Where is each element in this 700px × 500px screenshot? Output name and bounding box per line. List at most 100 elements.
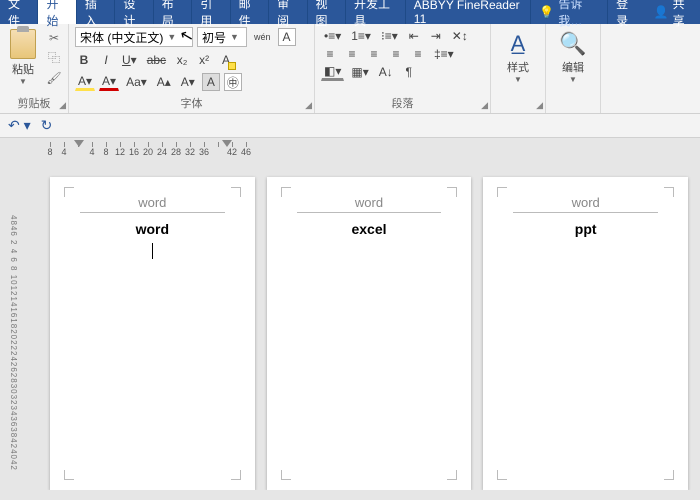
change-case-button[interactable]: Aa▾ bbox=[123, 73, 150, 91]
group-clipboard-label: 剪贴板 bbox=[0, 93, 68, 111]
align-right-button[interactable]: ≡ bbox=[365, 45, 383, 63]
paste-label: 粘贴 bbox=[12, 61, 34, 77]
multilevel-button[interactable]: ⁝≡▾ bbox=[378, 27, 401, 45]
share-label: 共享 bbox=[673, 0, 692, 29]
enclose-char-button[interactable]: ㊥ bbox=[224, 73, 242, 91]
tab-layout[interactable]: 布局 bbox=[154, 0, 192, 24]
ribbon: 粘贴 ▼ ✂ ⿻ 🖌 剪贴板 ◢ 宋体 (中文正文)▼ 初号▼ wén A B … bbox=[0, 24, 700, 114]
undo-button[interactable]: ↶ ▾ bbox=[8, 117, 31, 134]
font-family-value: 宋体 (中文正文) bbox=[80, 29, 163, 46]
ruler-tick: 36 bbox=[199, 147, 209, 157]
text-effects-button[interactable]: A bbox=[217, 51, 235, 69]
styles-button[interactable]: A̲ 样式 ▼ bbox=[497, 31, 539, 84]
underline-button[interactable]: U ▾ bbox=[119, 51, 140, 69]
format-painter-icon[interactable]: 🖌 bbox=[46, 71, 62, 85]
ruler-tick: 32 bbox=[185, 147, 195, 157]
ruler-tick: 8 bbox=[47, 147, 52, 157]
line-spacing-button[interactable]: ‡≡▾ bbox=[431, 45, 457, 63]
char-shading-button[interactable]: A bbox=[202, 73, 220, 91]
align-left-button[interactable]: ≡ bbox=[321, 45, 339, 63]
borders-button[interactable]: ▦▾ bbox=[348, 63, 371, 81]
grow-font-button[interactable]: A▴ bbox=[154, 73, 174, 91]
show-marks-button[interactable]: ¶ bbox=[400, 63, 418, 81]
ruler-tick: 8 bbox=[103, 147, 108, 157]
increase-indent-button[interactable]: ⇥ bbox=[427, 27, 445, 45]
shrink-font-button[interactable]: A▾ bbox=[178, 73, 198, 91]
document-page[interactable]: word excel bbox=[267, 177, 472, 490]
font-size-value: 初号 bbox=[202, 29, 226, 46]
find-icon: 🔍 bbox=[559, 31, 586, 57]
font-size-combo[interactable]: 初号▼ bbox=[197, 27, 247, 47]
group-font-label: 字体 bbox=[75, 93, 308, 111]
bold-button[interactable]: B bbox=[75, 51, 93, 69]
tab-dev[interactable]: 开发工具 bbox=[346, 0, 406, 24]
ruler-tick: 16 bbox=[129, 147, 139, 157]
distribute-button[interactable]: ≡ bbox=[409, 45, 427, 63]
ruler-tick: 20 bbox=[143, 147, 153, 157]
ruler-tick: 4 bbox=[61, 147, 66, 157]
font-launcher-icon[interactable]: ◢ bbox=[305, 100, 312, 111]
document-page[interactable]: word word bbox=[50, 177, 255, 490]
styles-launcher-icon[interactable]: ◢ bbox=[536, 100, 543, 111]
character-border-button[interactable]: A bbox=[278, 28, 296, 46]
numbering-button[interactable]: 1≡▾ bbox=[348, 27, 374, 45]
paragraph-launcher-icon[interactable]: ◢ bbox=[481, 100, 488, 111]
share-button[interactable]: 👤共享 bbox=[646, 0, 700, 24]
tab-references[interactable]: 引用 bbox=[192, 0, 230, 24]
font-color-button[interactable]: A▾ bbox=[99, 73, 119, 91]
align-center-button[interactable]: ≡ bbox=[343, 45, 361, 63]
group-paragraph-label: 段落 bbox=[321, 93, 484, 111]
shading-button[interactable]: ◧▾ bbox=[321, 63, 344, 81]
tab-abbyy[interactable]: ABBYY FineReader 11 bbox=[406, 0, 532, 24]
tab-insert[interactable]: 插入 bbox=[77, 0, 115, 24]
tellme[interactable]: 💡告诉我… bbox=[531, 0, 608, 24]
group-clipboard: 粘贴 ▼ ✂ ⿻ 🖌 剪贴板 ◢ bbox=[0, 24, 69, 113]
ruler-tick: 24 bbox=[157, 147, 167, 157]
group-styles: A̲ 样式 ▼ ◢ bbox=[491, 24, 546, 113]
redo-button[interactable]: ↻ bbox=[41, 117, 53, 134]
bullets-button[interactable]: •≡▾ bbox=[321, 27, 344, 45]
decrease-indent-button[interactable]: ⇤ bbox=[405, 27, 423, 45]
group-paragraph: •≡▾ 1≡▾ ⁝≡▾ ⇤ ⇥ ✕↕ ≡ ≡ ≡ ≡ ≡ ‡≡▾ ◧▾ ▦▾ A… bbox=[315, 24, 491, 113]
edit-button[interactable]: 🔍 编辑 ▼ bbox=[552, 31, 594, 84]
tab-design[interactable]: 设计 bbox=[115, 0, 153, 24]
ruler-tick: 12 bbox=[115, 147, 125, 157]
tab-review[interactable]: 审阅 bbox=[269, 0, 307, 24]
highlight-button[interactable]: A▾ bbox=[75, 73, 95, 91]
tab-file[interactable]: 文件 bbox=[0, 0, 38, 24]
ruler-tick: 28 bbox=[171, 147, 181, 157]
document-area: 4846 2 4 6 8 101214161820222426283032343… bbox=[0, 165, 700, 490]
cut-icon[interactable]: ✂ bbox=[46, 31, 62, 45]
group-edit: 🔍 编辑 ▼ bbox=[546, 24, 601, 113]
ribbon-tabs: 文件 开始 插入 设计 布局 引用 邮件 审阅 视图 开发工具 ABBYY Fi… bbox=[0, 0, 700, 24]
login-button[interactable]: 登录 bbox=[608, 0, 645, 24]
phonetic-guide-button[interactable]: wén bbox=[251, 28, 274, 46]
page-body-text[interactable]: word bbox=[70, 221, 235, 237]
page-header[interactable]: word bbox=[297, 195, 442, 213]
page-body-text[interactable]: ppt bbox=[503, 221, 668, 237]
page-body-text[interactable]: excel bbox=[287, 221, 452, 237]
tab-home[interactable]: 开始 bbox=[38, 0, 76, 24]
ruler-tick: 4 bbox=[89, 147, 94, 157]
justify-button[interactable]: ≡ bbox=[387, 45, 405, 63]
copy-icon[interactable]: ⿻ bbox=[46, 51, 62, 65]
page-header[interactable]: word bbox=[513, 195, 658, 213]
font-family-combo[interactable]: 宋体 (中文正文)▼ bbox=[75, 27, 193, 47]
ruler-horizontal[interactable]: 8448121620242832364246 bbox=[0, 138, 700, 166]
page-header[interactable]: word bbox=[80, 195, 225, 213]
text-direction-button[interactable]: ✕↕ bbox=[449, 27, 471, 45]
superscript-button[interactable]: x² bbox=[195, 51, 213, 69]
strikethrough-button[interactable]: abc bbox=[144, 51, 169, 69]
document-page[interactable]: word ppt bbox=[483, 177, 688, 490]
tab-view[interactable]: 视图 bbox=[308, 0, 346, 24]
ruler-tick: 46 bbox=[241, 147, 251, 157]
quick-access-toolbar: ↶ ▾ ↻ bbox=[0, 114, 700, 138]
ruler-vertical[interactable]: 4846 2 4 6 8 101214161820222426283032343… bbox=[0, 165, 18, 490]
clipboard-icon bbox=[10, 29, 36, 59]
text-cursor bbox=[152, 243, 153, 259]
subscript-button[interactable]: x₂ bbox=[173, 51, 191, 69]
sort-button[interactable]: A↓ bbox=[376, 63, 396, 81]
tab-mail[interactable]: 邮件 bbox=[231, 0, 269, 24]
clipboard-launcher-icon[interactable]: ◢ bbox=[59, 100, 66, 111]
italic-button[interactable]: I bbox=[97, 51, 115, 69]
